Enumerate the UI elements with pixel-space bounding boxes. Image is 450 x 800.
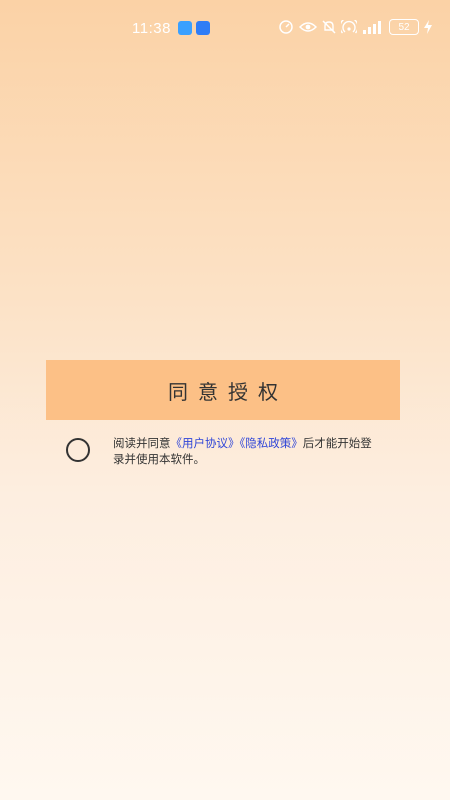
- status-bar: 11:38 52: [0, 0, 450, 56]
- app-notification-icon: [178, 21, 192, 35]
- hd-icon: [279, 20, 293, 34]
- agree-authorize-label: 同意授权: [168, 379, 288, 404]
- notification-icons: [178, 21, 210, 35]
- status-icons: 52: [278, 19, 432, 35]
- hotspot-icon: [341, 20, 357, 34]
- mute-icon: [322, 20, 336, 34]
- agreement-prefix: 阅读并同意: [113, 436, 171, 450]
- user-agreement-link[interactable]: 《用户协议》: [171, 436, 240, 450]
- eye-icon: [299, 22, 317, 32]
- agreement-checkbox[interactable]: [66, 438, 90, 462]
- signal-icon: [363, 21, 381, 34]
- agreement-text: 阅读并同意《用户协议》《隐私政策》后才能开始登录并使用本软件。: [113, 435, 373, 467]
- battery-icon: 52: [389, 19, 419, 35]
- status-time: 11:38: [132, 20, 171, 37]
- agree-authorize-button[interactable]: 同意授权: [46, 360, 400, 420]
- charging-icon: [424, 20, 432, 34]
- privacy-policy-link[interactable]: 《隐私政策》: [240, 436, 303, 450]
- app-notification-icon: [196, 21, 210, 35]
